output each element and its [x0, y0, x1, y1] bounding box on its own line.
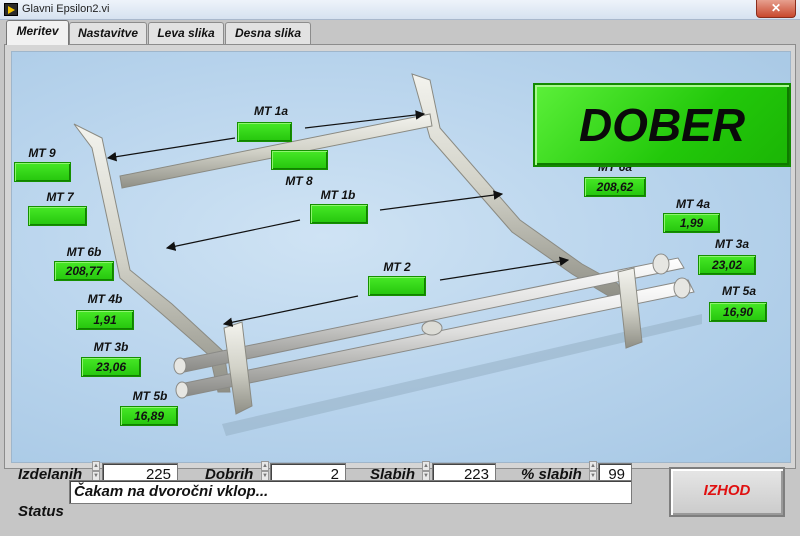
mt3a-label: MT 3a: [714, 237, 749, 251]
arrow-mt1b-left: [165, 219, 301, 251]
front-panel: Meritev Nastavitve Leva slika Desna slik…: [0, 20, 800, 536]
mt8-label: MT 8: [285, 174, 313, 188]
measurement-canvas: MT 1a MT 9 MT 8 MT 7 MT 1b MT 6a 208,62 …: [11, 51, 791, 463]
tab-content-meritev: MT 1a MT 9 MT 8 MT 7 MT 1b MT 6a 208,62 …: [4, 44, 796, 469]
tab-meritev[interactable]: Meritev: [6, 20, 69, 45]
mt1b-indicator: [310, 204, 368, 224]
izhod-button[interactable]: IZHOD: [669, 467, 785, 517]
mt5b-indicator: 16,89: [120, 406, 178, 426]
labview-app-icon: [4, 3, 18, 16]
mt3b-label: MT 3b: [93, 340, 129, 354]
mt2-indicator: [368, 276, 426, 296]
mt4b-label: MT 4b: [87, 292, 123, 306]
result-indicator: DOBER: [533, 83, 791, 167]
mt5b-label: MT 5b: [132, 389, 168, 403]
mt4a-indicator: 1,99: [663, 213, 720, 233]
window-title: Glavni Epsilon2.vi: [22, 3, 110, 15]
mt6b-indicator: 208,77: [54, 261, 114, 281]
arrow-mt2-right: [439, 256, 570, 281]
mt1a-label: MT 1a: [253, 104, 288, 118]
mt3a-indicator: 23,02: [698, 255, 756, 275]
mt9-indicator: [14, 162, 71, 182]
arrow-mt1b-right: [379, 190, 504, 211]
mt5a-indicator: 16,90: [709, 302, 767, 322]
mt4a-label: MT 4a: [675, 197, 710, 211]
mt3b-indicator: 23,06: [81, 357, 141, 377]
status-field: Čakam na dvoročni vklop...: [69, 480, 632, 504]
tab-leva-slika[interactable]: Leva slika: [148, 22, 224, 44]
mt7-indicator: [28, 206, 87, 226]
arrow-mt2-left: [222, 295, 359, 327]
title-bar: Glavni Epsilon2.vi ✕: [0, 0, 800, 20]
mt5a-label: MT 5a: [721, 284, 756, 298]
mt7-label: MT 7: [46, 190, 74, 204]
mt8-indicator: [271, 150, 328, 170]
mt1a-indicator: [237, 122, 292, 142]
arrow-mt9: [106, 137, 236, 162]
tab-desna-slika[interactable]: Desna slika: [225, 22, 311, 44]
window-close-button[interactable]: ✕: [756, 0, 796, 18]
mt2-label: MT 2: [383, 260, 411, 274]
mt4b-indicator: 1,91: [76, 310, 134, 330]
mt6b-label: MT 6b: [66, 245, 102, 259]
mt1b-label: MT 1b: [320, 188, 356, 202]
tab-nastavitve[interactable]: Nastavitve: [69, 22, 147, 44]
mt6a-indicator: 208,62: [584, 177, 646, 197]
mt9-label: MT 9: [28, 146, 56, 160]
status-label: Status: [18, 503, 64, 520]
